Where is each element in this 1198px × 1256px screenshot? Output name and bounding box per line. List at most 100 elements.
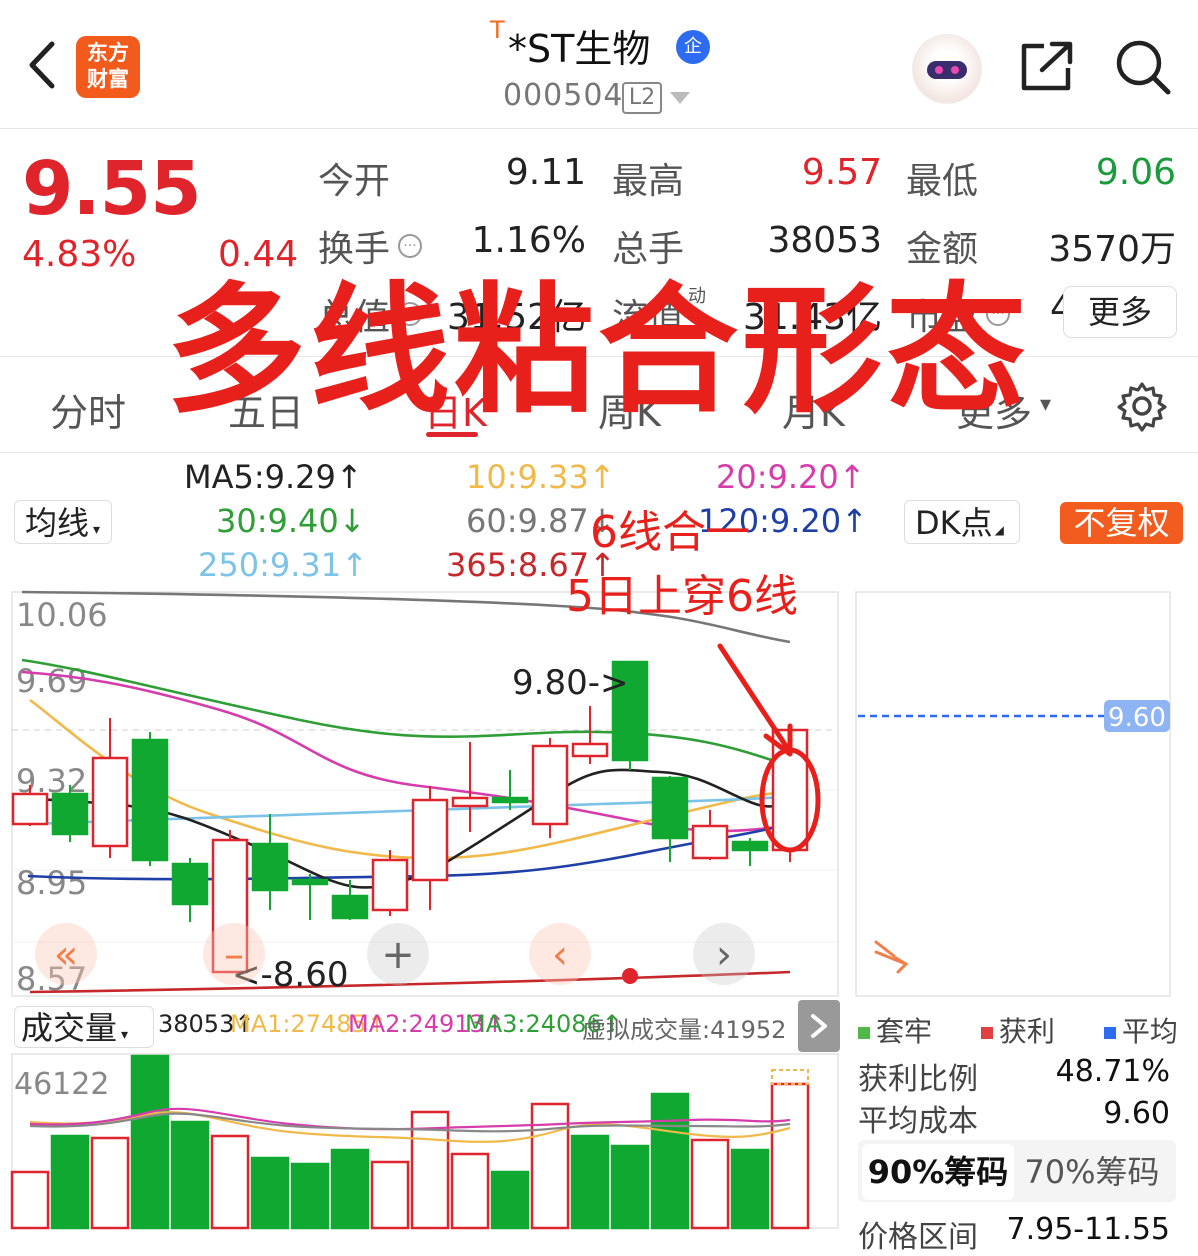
ma10-value: 10:9.33↑ (466, 458, 616, 496)
overlay-title: 多线粘合形态 (166, 270, 1031, 433)
candle-body (371, 858, 409, 912)
avg-cost-value: 9.60 (1103, 1096, 1170, 1131)
minus-button[interactable]: – (203, 923, 265, 985)
nav-button-glyph: – (224, 932, 244, 978)
candle-body (491, 796, 529, 804)
volume-selector[interactable]: 成交量 ▾ (14, 1006, 154, 1048)
tab-chips-90[interactable]: 90%筹码 (862, 1144, 1014, 1200)
settings-gear-icon[interactable] (1116, 380, 1168, 432)
profit-ratio-label: 获利比例 (858, 1062, 978, 1097)
tab-0[interactable]: 分时 (50, 382, 126, 437)
zoom-out-button[interactable]: « (35, 923, 97, 985)
volume-bar (170, 1120, 210, 1230)
stock-name: *ST生物 (508, 27, 651, 71)
volume-bar (690, 1138, 730, 1230)
candle-body (251, 842, 289, 892)
legend-average: 平均 (1121, 1015, 1178, 1048)
virtual-volume-bar (771, 1069, 809, 1085)
profit-color-icon (980, 1027, 993, 1039)
ma-selector-label: 均线 (25, 504, 90, 542)
y-axis-label: 9.69 (16, 662, 87, 700)
volume-bar (570, 1134, 610, 1230)
back-arrow-icon[interactable] (22, 38, 62, 92)
assistant-robot-icon[interactable] (912, 34, 982, 104)
volume-y-label: 46122 (14, 1067, 109, 1102)
stat-value: 38053 (767, 220, 882, 261)
volume-bar (90, 1136, 130, 1230)
y-axis-label: 8.95 (16, 864, 87, 902)
volume-bar (730, 1148, 770, 1230)
kline-chart[interactable]: 10.069.699.328.958.579.80-><-8.60«–+‹›9.… (0, 580, 1198, 1000)
avg-cost-label: 平均成本 (858, 1104, 978, 1139)
price-range-label: 价格区间 (858, 1220, 978, 1255)
y-axis-label: 10.06 (16, 596, 108, 634)
ma5-value: MA5:9.29↑ (184, 458, 363, 496)
dk-caret-icon: ◢ (994, 523, 1004, 537)
prev-button[interactable]: ‹ (529, 923, 591, 985)
candle-body (171, 862, 209, 906)
volume-bar (370, 1160, 410, 1230)
code-dropdown-icon[interactable] (670, 92, 690, 104)
candle-body (451, 796, 489, 808)
title-prefix-mark: T (490, 16, 505, 44)
expand-indicator-button[interactable] (798, 1000, 840, 1052)
info-icon[interactable]: ··· (398, 234, 422, 258)
enterprise-badge-icon: 企 (676, 30, 710, 64)
trapped-color-icon (858, 1027, 870, 1039)
stock-code: 000504 (503, 78, 624, 113)
legend-trapped: 套牢 (876, 1015, 933, 1048)
volume-bar (770, 1082, 810, 1230)
volume-bar (250, 1156, 290, 1230)
plus-button[interactable]: + (367, 923, 429, 985)
ma250-value: 250:9.31↑ (198, 546, 368, 584)
stat-label: 最低 (906, 161, 979, 202)
candle-body (91, 756, 129, 848)
stat-label: 今开 (318, 161, 391, 202)
candle-body (691, 824, 729, 860)
tabs-divider (0, 452, 1198, 453)
stat-label: 最高 (612, 161, 685, 202)
candle-body (651, 776, 689, 840)
legend-profit: 获利 (998, 1015, 1055, 1048)
volume-selector-label: 成交量 (21, 1009, 118, 1047)
chip-expand-icon (874, 940, 909, 974)
ma20-value: 20:9.20↑ (716, 458, 866, 496)
candle-body (291, 878, 329, 886)
volume-bar (210, 1134, 250, 1230)
share-icon[interactable] (1018, 40, 1076, 94)
next-button[interactable]: › (693, 923, 755, 985)
profit-ratio-value: 48.71% (1055, 1054, 1170, 1089)
search-icon[interactable] (1114, 38, 1172, 96)
annotation-arrow-shaft (717, 643, 789, 749)
stat-value: 9.06 (1095, 152, 1176, 193)
more-stats-button[interactable]: 更多 (1063, 286, 1177, 338)
nav-button-glyph: ‹ (552, 932, 568, 978)
stat-value: 9.57 (801, 152, 882, 193)
logo-text-line1: 东方 (87, 41, 129, 65)
dk-point-label: DK点 (915, 504, 993, 542)
logo-text-line2: 财富 (87, 67, 129, 91)
app-logo[interactable]: 东方 财富 (76, 36, 140, 98)
tab-chips-70[interactable]: 70%筹码 (1016, 1144, 1168, 1200)
event-dot (622, 968, 638, 984)
last-price: 9.55 (22, 146, 202, 232)
volume-chart[interactable]: 46122 (0, 1052, 845, 1230)
volume-bar (490, 1170, 530, 1230)
more-tabs-caret-icon[interactable]: ▾ (1040, 392, 1051, 417)
chip-frame (855, 591, 1171, 997)
volume-bar (50, 1134, 90, 1230)
nav-button-glyph: « (54, 932, 78, 978)
level2-badge[interactable]: L2 (622, 82, 662, 114)
dk-point-selector[interactable]: DK点 ◢ (904, 500, 1020, 544)
stat-label: 换手 (318, 229, 391, 270)
ma-selector[interactable]: 均线 ▾ (14, 500, 112, 544)
ma30-value: 30:9.40↓ (216, 502, 366, 540)
candle-body (11, 792, 49, 826)
high-price-label: 9.80-> (512, 663, 628, 703)
volume-bar (610, 1144, 650, 1230)
volume-bar (10, 1170, 50, 1230)
stat-value: 1.16% (471, 220, 586, 261)
stat-label: 金额 (906, 229, 979, 270)
price-adjust-button[interactable]: 不复权 (1060, 502, 1183, 544)
candle-body (531, 744, 569, 826)
